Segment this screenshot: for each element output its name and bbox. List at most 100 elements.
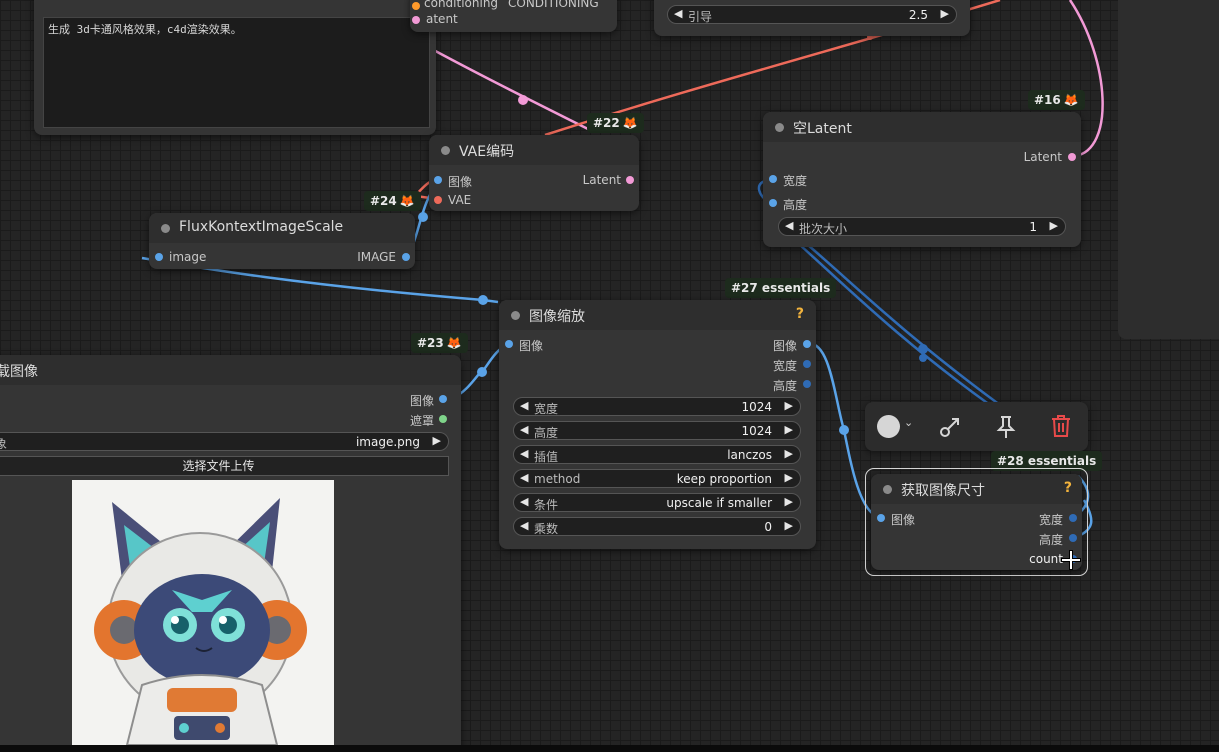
widget-value: upscale if smaller [666, 496, 772, 510]
bypass-button[interactable] [925, 402, 975, 451]
vae-input-port[interactable] [434, 196, 442, 204]
color-picker-button[interactable]: ⌄ [869, 402, 919, 451]
image-output-port[interactable] [439, 395, 447, 403]
image-file-widget[interactable]: 象 image.png ▶ [0, 432, 449, 451]
mask-output-port[interactable] [439, 415, 447, 423]
increment-icon[interactable]: ▶ [1050, 219, 1058, 232]
width-output-port[interactable] [1069, 514, 1077, 522]
method-widget[interactable]: ◀ method keep proportion ▶ [513, 469, 801, 488]
width-input-port[interactable] [769, 175, 777, 183]
prompt-node[interactable]: 生成 3d卡通风格效果，c4d渲染效果。 [34, 0, 436, 135]
node-title[interactable]: 图像缩放 [499, 300, 816, 330]
guidance-node[interactable]: ◀ 引导 2.5 ▶ [654, 0, 970, 36]
node-badge-23: #23 🦊 [411, 333, 468, 353]
pin-button[interactable] [980, 402, 1030, 451]
output-label: IMAGE [357, 250, 396, 264]
node-load-image[interactable]: 载图像 图像 遮罩 象 image.png ▶ 选择文件上传 [0, 355, 461, 752]
increment-icon[interactable]: ▶ [785, 471, 793, 484]
slot-conditioning-out: CONDITIONING [508, 0, 599, 10]
help-icon[interactable]: ? [796, 306, 804, 322]
node-empty-latent[interactable]: 空Latent Latent 宽度 高度 ◀ 批次大小 1 ▶ [763, 112, 1081, 247]
condition-widget[interactable]: ◀ 条件 upscale if smaller ▶ [513, 493, 801, 512]
decrement-icon[interactable]: ◀ [520, 423, 528, 436]
output-label: Latent [582, 173, 621, 187]
node-title-text: FluxKontextImageScale [179, 219, 344, 235]
decrement-icon[interactable]: ◀ [674, 7, 682, 20]
crosshair-cursor-icon [1061, 550, 1081, 570]
guidance-widget[interactable]: ◀ 引导 2.5 ▶ [667, 5, 957, 24]
pin-icon [996, 416, 1016, 438]
increment-icon[interactable]: ▶ [785, 399, 793, 412]
increment-icon[interactable]: ▶ [433, 434, 441, 447]
widget-value: 0 [764, 520, 772, 534]
node-title[interactable]: FluxKontextImageScale [149, 213, 415, 243]
output-label: count [1029, 552, 1063, 566]
increment-icon[interactable]: ▶ [785, 423, 793, 436]
image-input-port[interactable] [155, 253, 163, 261]
decrement-icon[interactable]: ◀ [520, 495, 528, 508]
node-flux-kontext-image-scale[interactable]: FluxKontextImageScale image IMAGE [149, 213, 415, 269]
height-output-port[interactable] [803, 380, 811, 388]
image-output-port[interactable] [402, 253, 410, 261]
node-vae-encode[interactable]: VAE编码 图像 VAE Latent [429, 135, 639, 211]
input-label: 图像 [891, 513, 916, 527]
decrement-icon[interactable]: ◀ [520, 471, 528, 484]
node-title-text: 载图像 [0, 364, 38, 380]
node-get-image-size[interactable]: 获取图像尺寸 ? 图像 宽度 高度 count [871, 474, 1082, 570]
width-output-port[interactable] [803, 360, 811, 368]
multiplier-widget[interactable]: ◀ 乘数 0 ▶ [513, 517, 801, 536]
conditioning-node[interactable]: conditioning CONDITIONING atent [410, 0, 617, 32]
conditioning-input-port[interactable] [412, 2, 420, 10]
input-label: VAE [448, 193, 472, 207]
interpolation-widget[interactable]: ◀ 插值 lanczos ▶ [513, 445, 801, 464]
widget-label: 宽度 [534, 402, 559, 416]
increment-icon[interactable]: ▶ [941, 7, 949, 20]
height-output-port[interactable] [1069, 534, 1077, 542]
decrement-icon[interactable]: ◀ [520, 399, 528, 412]
collapse-dot[interactable] [441, 146, 450, 155]
slot-conditioning: conditioning [424, 0, 499, 10]
batch-size-widget[interactable]: ◀ 批次大小 1 ▶ [778, 217, 1066, 236]
increment-icon[interactable]: ▶ [785, 447, 793, 460]
node-badge-27: #27 essentials [725, 278, 837, 298]
widget-value: lanczos [727, 448, 772, 462]
collapse-dot[interactable] [883, 485, 892, 494]
latent-output-port[interactable] [626, 176, 634, 184]
node-title[interactable]: 获取图像尺寸 [871, 474, 1082, 504]
prompt-textarea[interactable]: 生成 3d卡通风格效果，c4d渲染效果。 [43, 17, 430, 128]
latent-input-port[interactable] [412, 16, 420, 24]
widget-label: 条件 [534, 498, 559, 512]
collapse-dot[interactable] [161, 224, 170, 233]
widget-label: 高度 [534, 426, 559, 440]
upload-button-label: 选择文件上传 [182, 459, 255, 473]
increment-icon[interactable]: ▶ [785, 495, 793, 508]
node-title[interactable]: 载图像 [0, 355, 461, 385]
decrement-icon[interactable]: ◀ [785, 219, 793, 232]
height-input-port[interactable] [769, 199, 777, 207]
image-input-port[interactable] [877, 514, 885, 522]
image-output-port[interactable] [803, 340, 811, 348]
widget-label: method [534, 472, 581, 486]
collapse-dot[interactable] [511, 311, 520, 320]
help-icon[interactable]: ? [1064, 480, 1072, 496]
node-image-resize[interactable]: 图像缩放 ? 图像 图像 宽度 高度 ◀ 宽度 1024 ▶ ◀ 高度 1024… [499, 300, 816, 549]
widget-value: 1024 [741, 424, 772, 438]
image-input-port[interactable] [434, 176, 442, 184]
width-widget[interactable]: ◀ 宽度 1024 ▶ [513, 397, 801, 416]
increment-icon[interactable]: ▶ [785, 519, 793, 532]
decrement-icon[interactable]: ◀ [520, 519, 528, 532]
delete-button[interactable] [1036, 402, 1086, 451]
upload-button[interactable]: 选择文件上传 [0, 456, 449, 476]
collapse-dot[interactable] [775, 123, 784, 132]
latent-output-port[interactable] [1068, 153, 1076, 161]
decrement-icon[interactable]: ◀ [520, 447, 528, 460]
image-input-port[interactable] [505, 340, 513, 348]
node-title[interactable]: 空Latent [763, 112, 1081, 142]
bottom-bar [0, 745, 1219, 752]
widget-value: 2.5 [908, 8, 928, 22]
output-label: 高度 [772, 379, 797, 393]
node-badge-16: #16 🦊 [1028, 90, 1085, 110]
output-label: Latent [1023, 150, 1062, 164]
height-widget[interactable]: ◀ 高度 1024 ▶ [513, 421, 801, 440]
node-title[interactable]: VAE编码 [429, 135, 639, 165]
